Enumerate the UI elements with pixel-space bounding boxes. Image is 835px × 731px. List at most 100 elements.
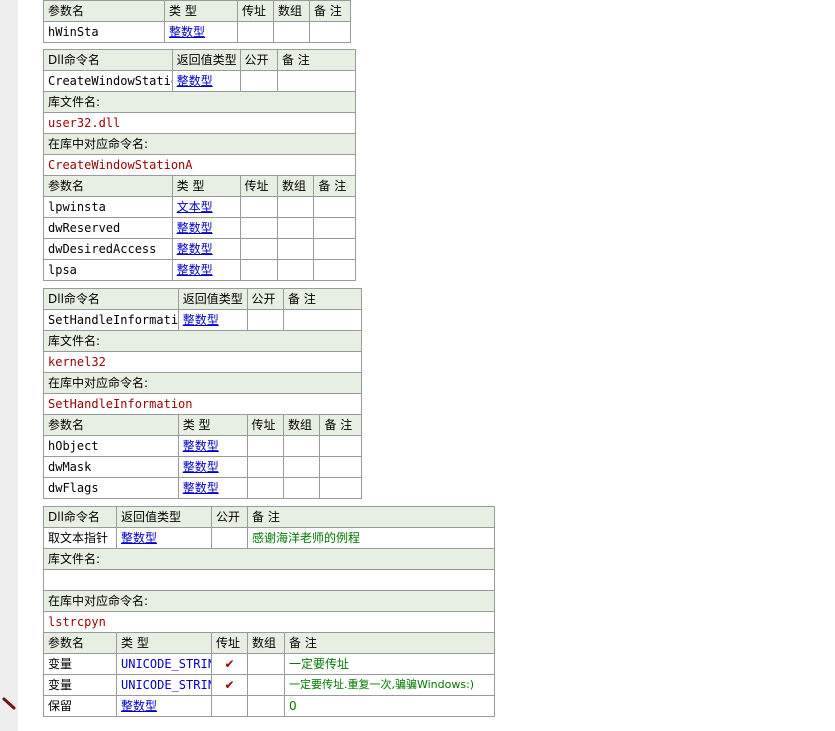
param-type[interactable]: 文本型: [171, 196, 241, 218]
param-type[interactable]: UNICODE_STRING: [116, 653, 212, 675]
table-row[interactable]: dwFlags 整数型: [43, 477, 362, 499]
param-name[interactable]: hObject: [43, 435, 179, 457]
param-note[interactable]: 一定要传址.重复一次,骗骗Windows:): [283, 674, 496, 696]
dll-name[interactable]: CreateWindowStation: [43, 70, 173, 92]
param-type[interactable]: 整数型: [171, 259, 241, 281]
param-byref[interactable]: [239, 196, 278, 218]
param-note[interactable]: [313, 238, 356, 260]
param-type[interactable]: 整数型: [171, 217, 241, 239]
return-type[interactable]: 整数型: [116, 527, 212, 549]
param-name[interactable]: dwReserved: [43, 217, 173, 239]
param-name[interactable]: dwMask: [43, 456, 179, 478]
param-byref[interactable]: [239, 217, 278, 239]
param-byref[interactable]: [246, 435, 285, 457]
param-byref[interactable]: [211, 695, 248, 717]
param-name[interactable]: dwDesiredAccess: [43, 238, 173, 260]
note-cell[interactable]: 感谢海洋老师的例程: [246, 527, 496, 549]
param-array[interactable]: [273, 21, 310, 43]
param-type[interactable]: 整数型: [116, 695, 212, 717]
table-row[interactable]: lpsa 整数型: [43, 259, 356, 281]
param-array[interactable]: [282, 456, 321, 478]
lib-file-label-row: 库文件名:: [43, 91, 356, 113]
table-row[interactable]: 变量 UNICODE_STRING ✔ 一定要传址: [43, 653, 496, 675]
table-row[interactable]: 保留 整数型 0: [43, 695, 496, 717]
dll-name[interactable]: 取文本指针: [43, 527, 117, 549]
param-name[interactable]: lpsa: [43, 259, 173, 281]
param-note[interactable]: [319, 435, 362, 457]
lib-cmd-value[interactable]: SetHandleInformation: [43, 393, 362, 415]
return-type[interactable]: 整数型: [177, 309, 248, 331]
param-array[interactable]: [276, 238, 315, 260]
lib-file-row[interactable]: [42, 569, 496, 591]
param-name[interactable]: 变量: [43, 653, 117, 675]
param-type[interactable]: 整数型: [171, 238, 241, 260]
param-byref[interactable]: [239, 238, 278, 260]
table-row[interactable]: dwReserved 整数型: [43, 217, 356, 239]
lib-file-value[interactable]: user32.dll: [43, 112, 356, 134]
param-note[interactable]: [313, 196, 356, 218]
note-cell[interactable]: [283, 309, 362, 331]
param-name[interactable]: dwFlags: [43, 477, 179, 499]
param-note[interactable]: 0: [283, 695, 496, 717]
param-type[interactable]: UNICODE_STRING: [116, 674, 212, 696]
dll-row[interactable]: 取文本指针 整数型 感谢海洋老师的例程: [43, 527, 496, 549]
table-row[interactable]: hWinSta 整数型: [43, 21, 351, 43]
param-byref[interactable]: [246, 456, 285, 478]
lib-file-value[interactable]: kernel32: [43, 351, 362, 373]
param-note[interactable]: [319, 456, 362, 478]
lib-file-row[interactable]: kernel32: [43, 351, 362, 373]
table-row[interactable]: hObject 整数型: [43, 435, 362, 457]
lib-cmd-row[interactable]: CreateWindowStationA: [43, 154, 356, 176]
note-cell[interactable]: [276, 70, 357, 92]
param-name[interactable]: hWinSta: [43, 21, 165, 43]
param-array[interactable]: [282, 477, 321, 499]
param-type[interactable]: 整数型: [164, 21, 238, 43]
table-row[interactable]: dwDesiredAccess 整数型: [43, 238, 356, 260]
param-note[interactable]: 一定要传址: [283, 653, 496, 675]
lib-file-value[interactable]: [42, 569, 496, 591]
param-array[interactable]: [282, 435, 321, 457]
param-name[interactable]: lpwinsta: [43, 196, 173, 218]
param-byref[interactable]: [239, 259, 278, 281]
param-array[interactable]: [247, 674, 285, 696]
table-row[interactable]: lpwinsta 文本型: [43, 196, 356, 218]
public-cell[interactable]: [211, 527, 248, 549]
param-note[interactable]: [313, 217, 356, 239]
param-type[interactable]: 整数型: [177, 456, 248, 478]
lib-file-label-row: 库文件名:: [43, 330, 362, 352]
param-name[interactable]: 变量: [43, 674, 117, 696]
lib-cmd-value[interactable]: lstrcpyn: [42, 611, 496, 633]
lib-cmd-row[interactable]: SetHandleInformation: [43, 393, 362, 415]
param-array[interactable]: [247, 653, 285, 675]
dll-header-row: Dll命令名 返回值类型 公开 备 注: [43, 506, 496, 528]
param-array[interactable]: [276, 259, 315, 281]
public-cell[interactable]: [246, 309, 285, 331]
table-row[interactable]: 变量 UNICODE_STRING ✔ 一定要传址.重复一次,骗骗Windows…: [43, 674, 496, 696]
byref-check-icon[interactable]: ✔: [211, 674, 248, 696]
param-array[interactable]: [276, 217, 315, 239]
public-cell[interactable]: [239, 70, 278, 92]
note-header: 备 注: [283, 288, 362, 310]
param-byref[interactable]: [237, 21, 274, 43]
byref-header: 传址: [239, 175, 278, 197]
return-type[interactable]: 整数型: [171, 70, 241, 92]
param-array[interactable]: [276, 196, 315, 218]
dll-name[interactable]: SetHandleInformation: [43, 309, 179, 331]
param-array[interactable]: [247, 695, 285, 717]
param-type[interactable]: 整数型: [177, 435, 248, 457]
lib-file-row[interactable]: user32.dll: [43, 112, 356, 134]
table-row[interactable]: dwMask 整数型: [43, 456, 362, 478]
dll-row[interactable]: CreateWindowStation 整数型: [43, 70, 357, 92]
dll-row[interactable]: SetHandleInformation 整数型: [43, 309, 362, 331]
lib-cmd-row[interactable]: lstrcpyn: [42, 611, 496, 633]
param-byref[interactable]: [246, 477, 285, 499]
param-type[interactable]: 整数型: [177, 477, 248, 499]
byref-check-icon[interactable]: ✔: [211, 653, 248, 675]
param-note[interactable]: [309, 21, 351, 43]
lib-cmd-value[interactable]: CreateWindowStationA: [43, 154, 356, 176]
param-note[interactable]: [319, 477, 362, 499]
public-header: 公开: [246, 288, 285, 310]
param-note[interactable]: [313, 259, 356, 281]
dll-command-table: Dll命令名 返回值类型 公开 备 注 SetHandleInformation…: [43, 288, 362, 499]
param-name[interactable]: 保留: [43, 695, 117, 717]
